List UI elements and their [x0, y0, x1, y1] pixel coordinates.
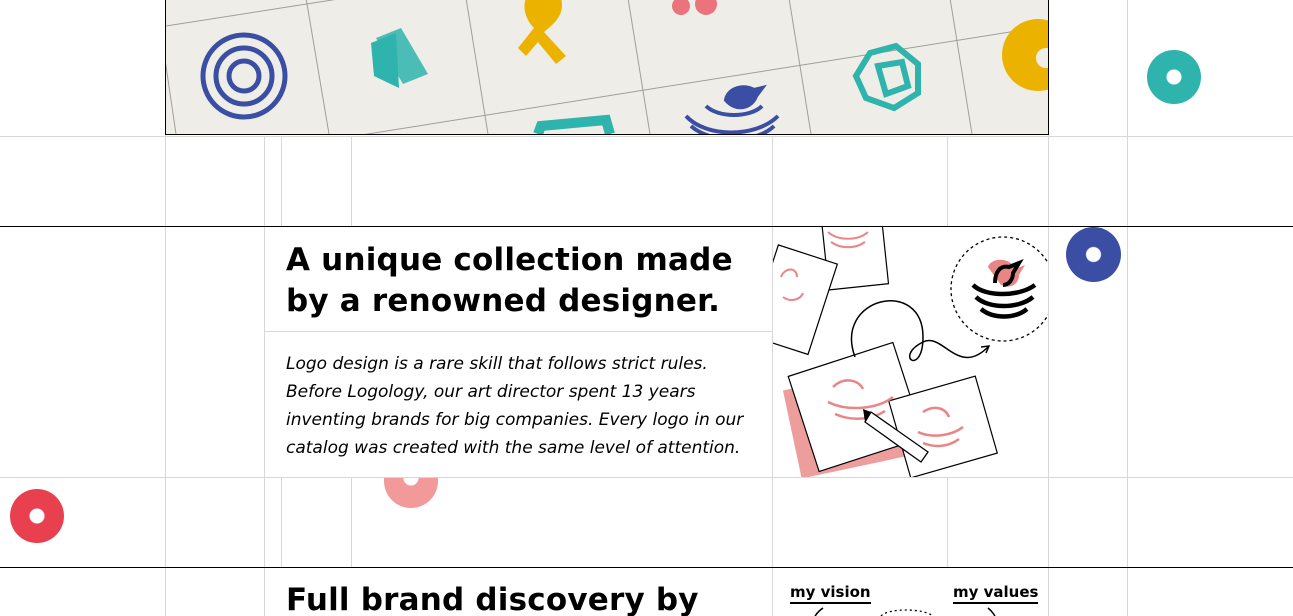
- grid-line: [947, 477, 948, 567]
- grid-line: [947, 136, 948, 226]
- grid-line: [264, 331, 772, 332]
- grid-line: [281, 477, 282, 567]
- ribbon-logo-icon: [518, 0, 566, 64]
- page: A unique collection made by a renowned d…: [0, 0, 1293, 616]
- bird-nest-logo-icon: [684, 84, 780, 134]
- pink-donut-icon: [384, 478, 438, 508]
- section-body: Logo design is a rare skill that follows…: [286, 354, 744, 458]
- grid-line: [1127, 0, 1128, 616]
- bird-logo-icon: [971, 258, 1037, 319]
- folded-paper-logo-icon: [371, 28, 428, 88]
- stamp-dots-icon: [672, 0, 717, 15]
- hexagon-logo-icon: [852, 42, 921, 112]
- logo-sketches-illustration: [773, 227, 1048, 477]
- section-divider: [0, 567, 1293, 568]
- grid-line: [0, 477, 1293, 478]
- concentric-circle-logo-icon: [200, 32, 288, 120]
- section-heading: Full brand discovery by: [286, 582, 699, 616]
- grid-line: [0, 136, 1293, 137]
- teal-donut-icon: [1147, 50, 1201, 104]
- grid-line: [351, 136, 352, 226]
- brand-discovery-illustration: my vision my values: [773, 568, 1048, 616]
- grid-line: [264, 136, 265, 616]
- navy-donut-icon: [1066, 227, 1121, 282]
- grid-line: [281, 136, 282, 226]
- red-donut-icon: [10, 489, 64, 543]
- grid-line: [351, 477, 352, 567]
- circle-logo-icon: [1002, 19, 1048, 91]
- logo-catalog-image: [165, 0, 1049, 135]
- frame-logo-icon: [533, 114, 615, 134]
- pencil-icon: [782, 341, 999, 477]
- section-heading: A unique collection made by a renowned d…: [286, 242, 733, 319]
